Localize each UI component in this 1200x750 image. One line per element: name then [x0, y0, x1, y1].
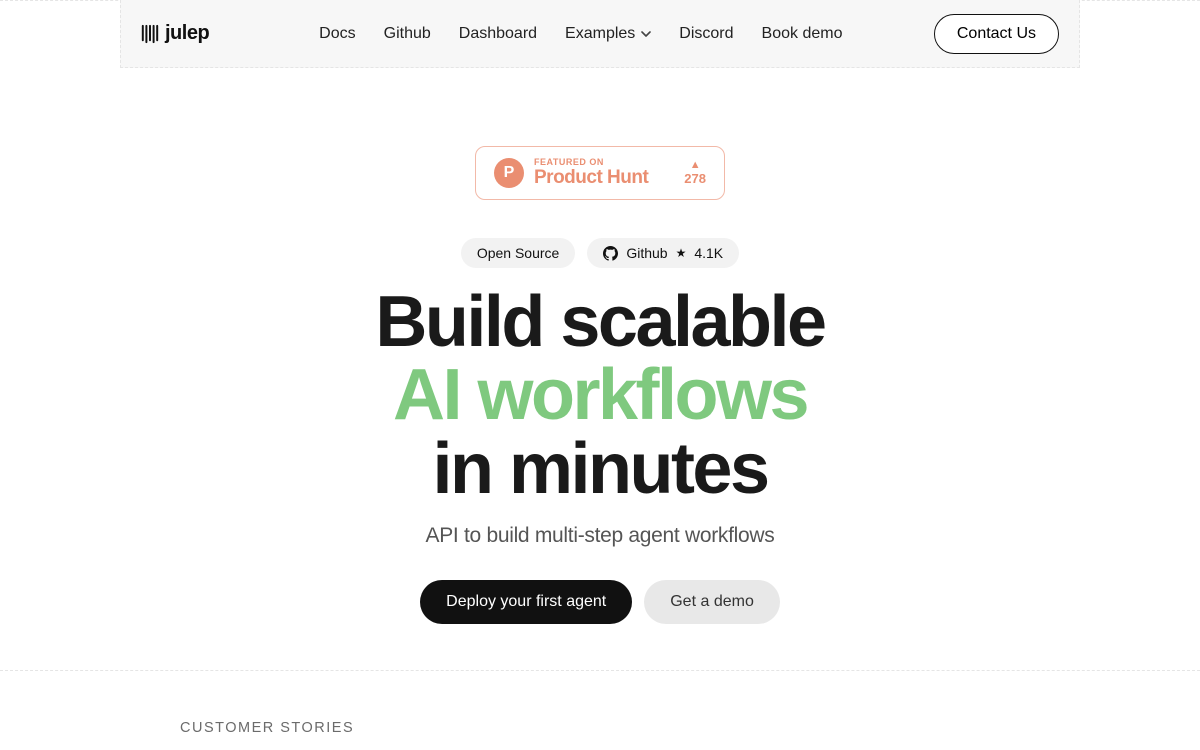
hero-headline: Build scalable AI workflows in minutes [375, 286, 824, 506]
brand-logo[interactable]: julep [141, 22, 209, 45]
nav-link-docs-label: Docs [319, 25, 355, 43]
get-demo-button[interactable]: Get a demo [644, 580, 780, 624]
product-hunt-badge-letter: P [504, 164, 515, 182]
product-hunt-text: FEATURED ON Product Hunt [534, 158, 648, 187]
product-hunt-icon: P [494, 158, 524, 188]
github-icon [603, 246, 618, 261]
nav-link-discord[interactable]: Discord [679, 25, 733, 43]
hero-subhead: API to build multi-step agent workflows [426, 524, 775, 548]
headline-line3: in minutes [375, 433, 824, 506]
badge-pills-row: Open Source Github ★ 4.1K [461, 238, 739, 268]
product-hunt-upvote: ▲ 278 [684, 160, 706, 186]
open-source-label: Open Source [477, 245, 560, 261]
upvote-triangle-icon: ▲ [690, 160, 701, 171]
julep-logo-icon [141, 24, 159, 44]
star-icon: ★ [676, 246, 687, 260]
github-star-pill[interactable]: Github ★ 4.1K [587, 238, 739, 268]
deploy-agent-label: Deploy your first agent [446, 593, 606, 610]
product-hunt-upvote-count: 278 [684, 171, 706, 186]
nav-link-discord-label: Discord [679, 25, 733, 43]
cta-row: Deploy your first agent Get a demo [420, 580, 780, 624]
brand-name: julep [165, 22, 209, 45]
customer-stories-heading: CUSTOMER STORIES [180, 720, 354, 736]
nav-links: Docs Github Dashboard Examples Discord B… [319, 25, 842, 43]
contact-us-label: Contact Us [957, 25, 1036, 42]
nav-link-book-demo-label: Book demo [762, 25, 843, 43]
deploy-agent-button[interactable]: Deploy your first agent [420, 580, 632, 624]
headline-line1: Build scalable [375, 286, 824, 359]
open-source-pill[interactable]: Open Source [461, 238, 576, 268]
github-pill-label: Github [626, 245, 667, 261]
top-nav: julep Docs Github Dashboard Examples Dis… [120, 0, 1080, 68]
chevron-down-icon [641, 29, 651, 39]
product-hunt-badge[interactable]: P FEATURED ON Product Hunt ▲ 278 [475, 146, 725, 200]
nav-link-github-label: Github [384, 25, 431, 43]
nav-link-dashboard-label: Dashboard [459, 25, 537, 43]
hero-section: P FEATURED ON Product Hunt ▲ 278 Open So… [120, 68, 1080, 750]
nav-link-examples[interactable]: Examples [565, 25, 651, 43]
nav-link-docs[interactable]: Docs [319, 25, 355, 43]
nav-link-github[interactable]: Github [384, 25, 431, 43]
product-hunt-name: Product Hunt [534, 168, 648, 188]
nav-link-examples-label: Examples [565, 25, 635, 43]
github-star-count: 4.1K [694, 245, 723, 261]
nav-link-dashboard[interactable]: Dashboard [459, 25, 537, 43]
nav-link-book-demo[interactable]: Book demo [762, 25, 843, 43]
product-hunt-left: P FEATURED ON Product Hunt [494, 158, 648, 188]
contact-us-button[interactable]: Contact Us [934, 14, 1059, 54]
get-demo-label: Get a demo [670, 593, 754, 610]
headline-line2: AI workflows [375, 359, 824, 432]
